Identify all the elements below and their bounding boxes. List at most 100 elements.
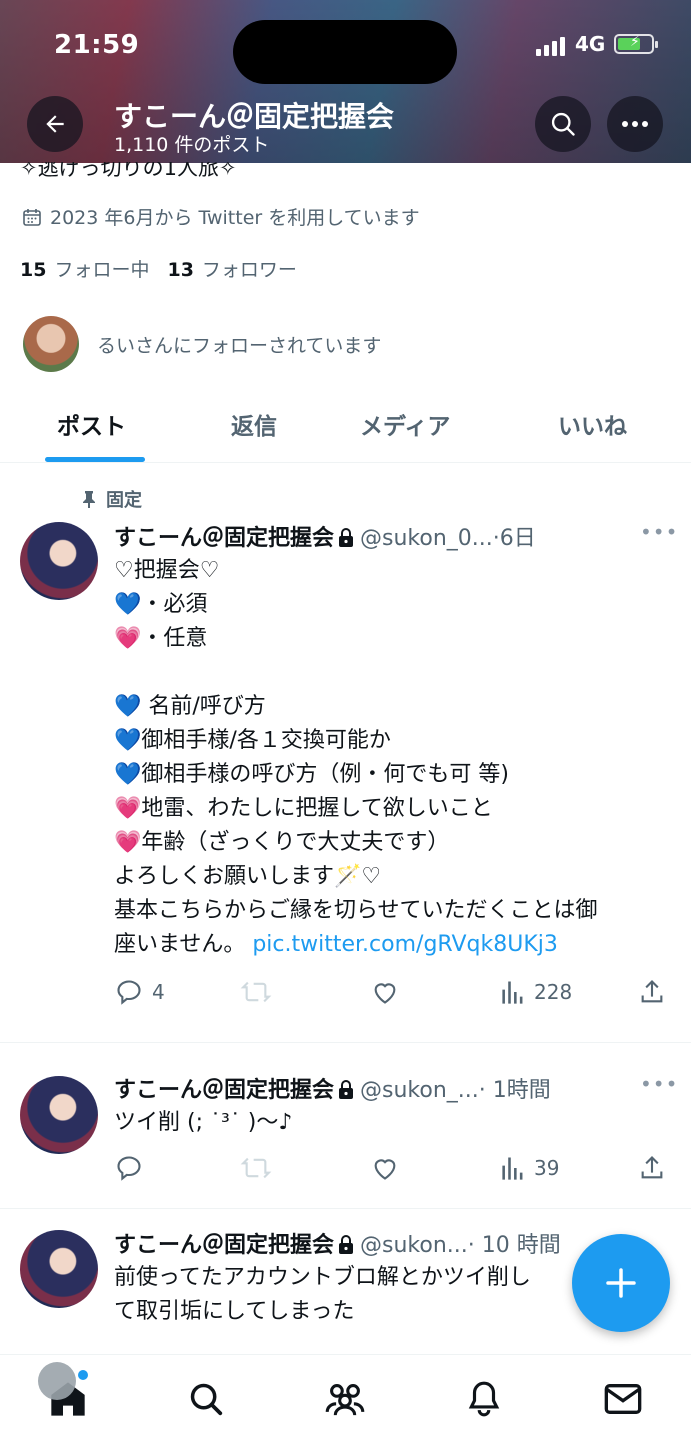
nav-communities[interactable] [323, 1377, 367, 1421]
following-label: フォロー中 [54, 259, 150, 281]
retweet-button[interactable] [240, 978, 272, 1006]
blue-heart-icon: 💙 [114, 694, 142, 719]
views-count: 228 [534, 980, 573, 1004]
tab-posts[interactable]: ポスト [57, 407, 126, 441]
share-button[interactable] [638, 978, 666, 1006]
tab-replies[interactable]: 返信 [231, 407, 277, 441]
status-bar: 21:59 4G ⚡ [0, 20, 691, 84]
followed-by-text: るいさんにフォローされています [97, 334, 382, 357]
following-count: 15 [20, 259, 47, 281]
tweet-line: 💗地雷、わたしに把握して欲しいこと [114, 792, 598, 826]
header-title: すこーん＠固定把握会 [114, 100, 395, 133]
tweet-more-icon[interactable]: ••• [640, 1072, 678, 1096]
pink-heart-icon: 💗 [114, 796, 142, 821]
tweet-time: · 1時間 [478, 1078, 551, 1103]
following-link[interactable]: 15 フォロー中 [20, 259, 149, 281]
views-button[interactable]: 39 [500, 1154, 559, 1182]
followed-by-row[interactable]: るいさんにフォローされています [23, 316, 381, 372]
compose-button[interactable] [572, 1234, 670, 1332]
lock-icon [339, 1235, 354, 1254]
tweet-line: 基本こちらからご縁を切らせていただくことは御 [114, 894, 598, 928]
retweet-icon [240, 981, 272, 1003]
retweet-button[interactable] [240, 1154, 272, 1182]
dynamic-island [233, 20, 457, 84]
pinned-label: 固定 [82, 486, 142, 512]
profile-tabs: ポスト 返信 メディア いいね [0, 395, 691, 463]
nav-notifications[interactable] [462, 1377, 506, 1421]
tweet-line: 💙・必須 [114, 588, 598, 622]
tweet-line-text: 基本こちらからご縁を切らせていただくことは御 [114, 898, 598, 923]
follow-stats: 15 フォロー中 13 フォロワー [20, 255, 297, 282]
signal-icon [536, 36, 565, 56]
tweet-header: すこーん＠固定把握会 @sukon_0...·6日 [114, 520, 536, 552]
tweet-time: · 10 時間 [467, 1233, 561, 1258]
tweet-line: 💙 名前/呼び方 [114, 690, 598, 724]
blue-heart-icon: 💙 [114, 728, 142, 753]
new-posts-indicator [78, 1370, 88, 1380]
status-time: 21:59 [54, 30, 140, 60]
tweet-line-text: ♡把握会♡ [114, 558, 220, 583]
pinned-text: 固定 [106, 490, 142, 511]
tweet-line [114, 656, 598, 690]
tweet-text-end: 座いません。 [114, 932, 246, 957]
pink-heart-icon: 💗 [114, 626, 142, 651]
followers-link[interactable]: 13 フォロワー [167, 259, 296, 281]
pin-icon [83, 491, 95, 508]
account-avatar-overlay[interactable] [38, 1362, 76, 1400]
tab-media[interactable]: メディア [360, 407, 450, 441]
tweet-author-name[interactable]: すこーん＠固定把握会 [114, 1233, 334, 1258]
tweet-more-icon[interactable]: ••• [640, 520, 678, 544]
tweet-divider [0, 1208, 691, 1209]
pink-heart-icon: 💗 [114, 830, 142, 855]
joined-text: 2023 年6月から Twitter を利用しています [50, 207, 420, 229]
tweet-handle: @sukon_0... [360, 526, 493, 551]
communities-icon [325, 1384, 365, 1416]
tweet-time: ·6日 [492, 526, 536, 551]
nav-messages[interactable] [601, 1377, 645, 1421]
search-button[interactable] [535, 96, 591, 152]
bottom-navigation [0, 1354, 691, 1440]
plus-icon [606, 1268, 636, 1298]
tweet-line-text: 年齢（ざっくりで大丈夫です） [141, 830, 450, 855]
tweet-actions: 4 228 [114, 978, 674, 1012]
tweet-line: て取引垢にしてしまった [114, 1299, 355, 1324]
tweet-line: ♡把握会♡ [114, 554, 598, 588]
tweet-line: 💙御相手様の呼び方（例・何でも可 等) [114, 758, 598, 792]
more-icon [622, 121, 648, 127]
share-button[interactable] [638, 1154, 666, 1182]
tweet-divider [0, 1042, 691, 1043]
tweet-actions: 39 [114, 1154, 674, 1188]
followers-count: 13 [167, 259, 194, 281]
tweet-media-link[interactable]: pic.twitter.com/gRVqk8UKj3 [252, 932, 558, 957]
views-icon [502, 981, 523, 1004]
like-button[interactable] [370, 1154, 400, 1182]
retweet-icon [240, 1157, 272, 1179]
reply-count: 4 [152, 980, 165, 1004]
tweet-avatar[interactable] [20, 522, 98, 600]
views-button[interactable]: 228 [500, 978, 572, 1006]
battery-icon: ⚡ [614, 34, 658, 54]
network-type: 4G [575, 32, 606, 56]
back-button[interactable] [27, 96, 83, 152]
reply-button[interactable]: 4 [114, 978, 165, 1006]
tweet-line: 💗年齢（ざっくりで大丈夫です） [114, 826, 598, 860]
tweet-avatar[interactable] [20, 1230, 98, 1308]
tweet-line: 💙御相手様/各１交換可能か [114, 724, 598, 758]
tweet-line-text: ・必須 [141, 592, 208, 617]
tweet-handle: @sukon... [360, 1233, 468, 1258]
tweet-line: 💗・任意 [114, 622, 598, 656]
tweet-avatar[interactable] [20, 1076, 98, 1154]
nav-search[interactable] [184, 1377, 228, 1421]
joined-date: 2023 年6月から Twitter を利用しています [22, 203, 420, 230]
tweet-author-name[interactable]: すこーん＠固定把握会 [114, 526, 334, 551]
tweet-author-name[interactable]: すこーん＠固定把握会 [114, 1078, 334, 1103]
tweet-line-text: 御相手様/各１交換可能か [141, 728, 391, 753]
reply-icon [117, 1156, 141, 1181]
tab-likes[interactable]: いいね [558, 407, 627, 441]
tweet-line: 前使ってたアカウントブロ解とかツイ削し [114, 1265, 531, 1290]
follower-avatar [23, 316, 79, 372]
like-button[interactable] [370, 978, 400, 1006]
more-button[interactable] [607, 96, 663, 152]
reply-button[interactable] [114, 1154, 144, 1182]
share-icon [641, 980, 663, 1003]
